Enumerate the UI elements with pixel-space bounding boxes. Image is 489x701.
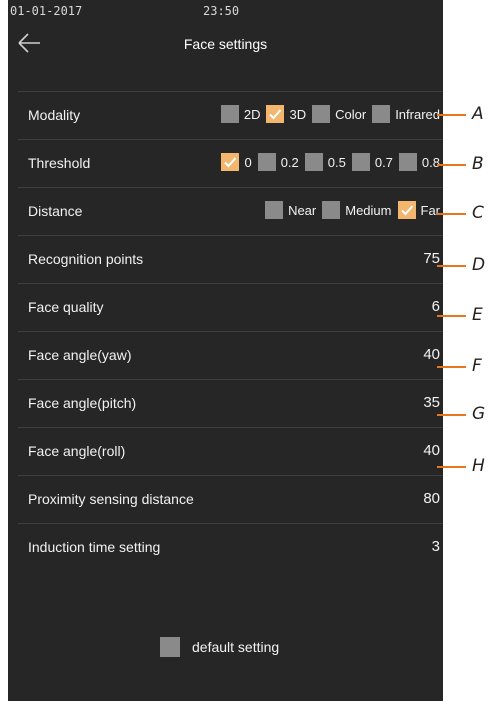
modality-option[interactable]: 2D (220, 105, 261, 123)
threshold-option[interactable]: 0 (221, 153, 252, 171)
distance-option[interactable]: Near (265, 201, 316, 219)
induction-time-setting-value[interactable]: 3 (432, 538, 440, 555)
callout-letter-d: D (472, 255, 486, 275)
face-angle-pitch-value[interactable]: 35 (423, 394, 440, 411)
modality-label: Modality (28, 107, 81, 123)
modality-option-label: 3D (289, 106, 307, 122)
face-angle-roll-value[interactable]: 40 (423, 442, 440, 459)
checkbox-icon[interactable] (304, 153, 323, 171)
callout-line-d (437, 265, 466, 267)
recognition-points-label: Recognition points (28, 251, 144, 267)
checkbox-checked-icon[interactable] (397, 201, 416, 219)
status-time: 23:50 (203, 4, 240, 18)
threshold-option-label: 0.2 (280, 154, 299, 170)
distance-options: Near Medium Far (259, 201, 440, 219)
callout-letter-b: B (472, 154, 484, 174)
face-settings-screen: 01-01-2017 23:50 Face settings Modality … (8, 0, 443, 701)
status-bar: 01-01-2017 23:50 (8, 4, 443, 20)
face-quality-row[interactable]: Face quality 6 (18, 283, 443, 331)
face-angle-pitch-label: Face angle(pitch) (28, 395, 137, 411)
checkbox-icon[interactable] (257, 153, 276, 171)
callout-letter-f: F (472, 356, 482, 376)
checkbox-icon[interactable] (322, 201, 341, 219)
checkbox-checked-icon[interactable] (221, 153, 240, 171)
threshold-option[interactable]: 0.5 (304, 153, 346, 171)
callout-letter-h: H (472, 456, 485, 476)
distance-option-label: Medium (345, 202, 392, 218)
recognition-points-row[interactable]: Recognition points 75 (18, 235, 443, 283)
face-angle-pitch-row[interactable]: Face angle(pitch) 35 (18, 379, 443, 427)
default-setting-checkbox[interactable]: default setting (160, 637, 279, 657)
checkbox-icon[interactable] (372, 105, 391, 123)
checkbox-icon[interactable] (351, 153, 370, 171)
modality-option[interactable]: Color (312, 105, 366, 123)
face-quality-value[interactable]: 6 (432, 298, 440, 315)
settings-list: Modality 2D 3D Color Infrared Threshold 0 0.… (18, 91, 443, 571)
header: Face settings (8, 22, 443, 72)
checkbox-icon[interactable] (220, 105, 239, 123)
page-title: Face settings (183, 36, 268, 52)
distance-option[interactable]: Medium (322, 201, 392, 219)
callout-line-c (437, 213, 466, 215)
callout-line-a (437, 114, 466, 116)
threshold-option-label: 0.5 (327, 154, 346, 170)
induction-time-setting-row[interactable]: Induction time setting 3 (18, 523, 443, 571)
callout-letter-e: E (472, 305, 483, 325)
checkbox-icon[interactable] (398, 153, 417, 171)
induction-time-setting-label: Induction time setting (28, 539, 161, 555)
threshold-option-label: 0 (244, 154, 252, 170)
face-angle-roll-row[interactable]: Face angle(roll) 40 (18, 427, 443, 475)
callout-line-f (437, 366, 466, 368)
threshold-option[interactable]: 0.2 (257, 153, 299, 171)
callout-letter-a: A (472, 104, 484, 124)
distance-option-label: Far (420, 202, 441, 218)
checkbox-checked-icon[interactable] (266, 105, 285, 123)
checkbox-icon[interactable] (312, 105, 331, 123)
face-angle-yaw-value[interactable]: 40 (423, 346, 440, 363)
callout-letter-c: C (472, 203, 484, 223)
proximity-sensing-distance-value[interactable]: 80 (423, 490, 440, 507)
face-quality-label: Face quality (28, 299, 104, 315)
callout-line-b (437, 164, 466, 166)
modality-option[interactable]: 3D (266, 105, 306, 123)
modality-option-label: Infrared (395, 106, 440, 122)
threshold-label: Threshold (28, 155, 91, 171)
callout-line-e (437, 315, 466, 317)
callout-line-h (437, 466, 466, 468)
checkbox-icon[interactable] (160, 637, 180, 657)
distance-label: Distance (28, 203, 83, 219)
threshold-option[interactable]: 0.8 (398, 153, 440, 171)
face-angle-roll-label: Face angle(roll) (28, 443, 126, 459)
modality-option-label: Color (335, 106, 367, 122)
threshold-row: Threshold 0 0.2 0.5 0.7 0.8 (18, 139, 443, 187)
modality-option-label: 2D (243, 106, 261, 122)
default-setting-label: default setting (192, 639, 280, 655)
threshold-options: 0 0.2 0.5 0.7 0.8 (215, 153, 440, 171)
proximity-sensing-distance-row[interactable]: Proximity sensing distance 80 (18, 475, 443, 523)
modality-options: 2D 3D Color Infrared (215, 105, 440, 123)
face-angle-yaw-row[interactable]: Face angle(yaw) 40 (18, 331, 443, 379)
distance-option-label: Near (288, 202, 317, 218)
proximity-sensing-distance-label: Proximity sensing distance (28, 491, 194, 507)
callout-letter-g: G (472, 404, 486, 424)
threshold-option-label: 0.8 (421, 154, 440, 170)
threshold-option-label: 0.7 (374, 154, 393, 170)
modality-row: Modality 2D 3D Color Infrared (18, 91, 443, 139)
modality-option[interactable]: Infrared (372, 105, 440, 123)
face-angle-yaw-label: Face angle(yaw) (28, 347, 132, 363)
status-date: 01-01-2017 (10, 4, 83, 18)
callout-line-g (437, 414, 466, 416)
checkbox-icon[interactable] (265, 201, 284, 219)
distance-option[interactable]: Far (397, 201, 441, 219)
distance-row: Distance Near Medium Far (18, 187, 443, 235)
threshold-option[interactable]: 0.7 (351, 153, 393, 171)
